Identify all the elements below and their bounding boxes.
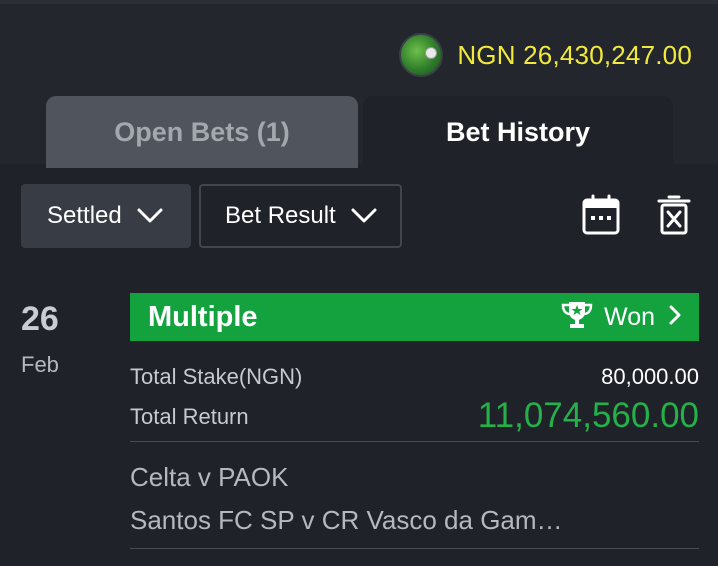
bet-result-filter-label: Bet Result: [225, 202, 336, 229]
avatar[interactable]: [399, 33, 444, 77]
balance-amount: NGN 26,430,247.00: [457, 39, 692, 70]
bet-event: Celta v PAOK: [130, 462, 289, 492]
divider: [130, 441, 699, 442]
bet-status: Won: [560, 300, 699, 335]
trash-icon[interactable]: [655, 194, 693, 241]
bet-date-month: Feb: [21, 352, 59, 377]
total-stake-value: 80,000.00: [601, 364, 699, 389]
bet-result-label: Won: [604, 302, 655, 331]
account-balance[interactable]: NGN 26,430,247.00: [399, 33, 692, 77]
tab-bet-history-label: Bet History: [445, 116, 591, 147]
trophy-icon: [560, 300, 594, 335]
chevron-right-icon[interactable]: [669, 305, 681, 330]
bet-date-day: 26: [21, 300, 59, 338]
bet-event: Santos FC SP v CR Vasco da Gam…: [130, 505, 563, 535]
football-icon: [425, 47, 438, 59]
settled-filter-dropdown[interactable]: Settled: [21, 184, 191, 248]
total-stake-label: Total Stake(NGN): [130, 364, 303, 389]
header: NGN 26,430,247.00 Open Bets (1) Bet Hist…: [0, 4, 718, 168]
chevron-down-icon: [136, 207, 164, 225]
calendar-icon[interactable]: [582, 194, 620, 241]
tab-open-bets-label: Open Bets (1): [114, 116, 290, 147]
bet-type: Multiple: [148, 300, 258, 333]
chevron-down-icon: [350, 207, 378, 225]
tab-open-bets[interactable]: Open Bets (1): [46, 96, 358, 168]
total-return-label: Total Return: [130, 404, 249, 429]
tab-bet-history[interactable]: Bet History: [363, 96, 673, 168]
divider: [130, 548, 699, 549]
total-return-value: 11,074,560.00: [477, 396, 699, 435]
settled-filter-label: Settled: [47, 202, 122, 229]
bet-result-filter-dropdown[interactable]: Bet Result: [199, 184, 402, 248]
bet-summary-banner[interactable]: Multiple Won: [130, 293, 699, 341]
